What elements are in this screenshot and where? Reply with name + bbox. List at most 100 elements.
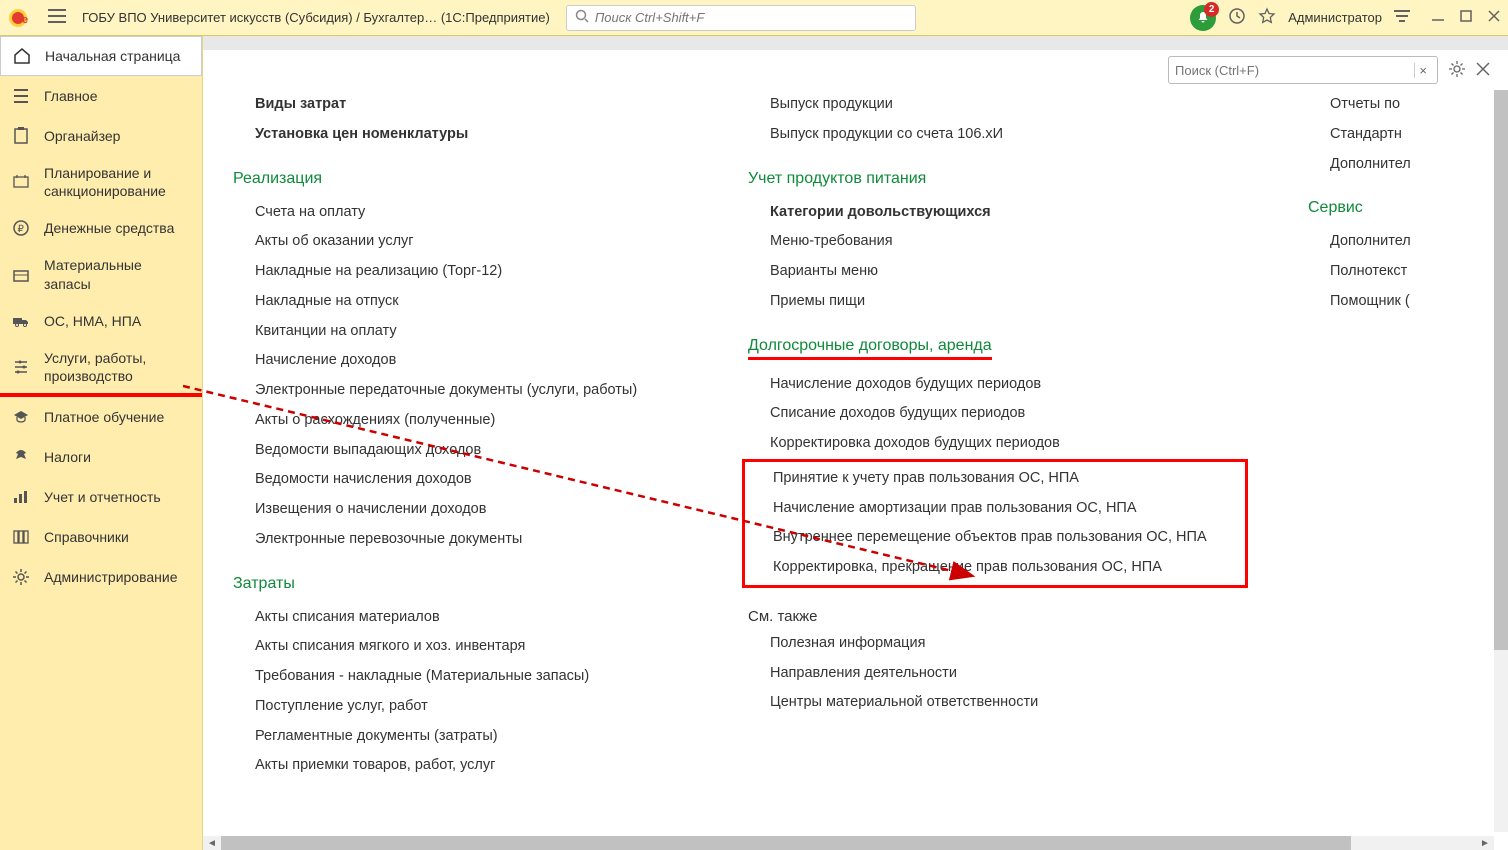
link-item[interactable]: Акты приемки товаров, работ, услуг xyxy=(233,751,688,781)
home-icon xyxy=(13,47,31,65)
link-item[interactable]: Выпуск продукции xyxy=(748,90,1248,120)
history-icon[interactable] xyxy=(1228,7,1246,28)
link-item[interactable]: Электронные передаточные документы (услу… xyxy=(233,376,688,406)
link-item[interactable]: Электронные перевозочные документы xyxy=(233,525,688,555)
maximize-icon[interactable] xyxy=(1460,10,1472,25)
heading-seealso: См. также xyxy=(748,608,1248,625)
link-item[interactable]: Списание доходов будущих периодов xyxy=(748,399,1248,429)
heading-service: Сервис xyxy=(1308,199,1478,217)
link-item[interactable]: Акты списания мягкого и хоз. инвентаря xyxy=(233,632,688,662)
heading-costs: Затраты xyxy=(233,575,688,593)
link-item[interactable]: Корректировка доходов будущих периодов xyxy=(748,429,1248,459)
svg-text:₽: ₽ xyxy=(18,224,25,235)
link-item[interactable]: Начисление доходов будущих периодов xyxy=(748,370,1248,400)
section-search[interactable]: × xyxy=(1168,56,1438,84)
link-item[interactable]: Центры материальной ответственности xyxy=(748,688,1248,718)
list-icon xyxy=(12,87,30,105)
sidebar-item-materials[interactable]: Материальные запасы xyxy=(0,248,202,300)
link-item[interactable]: Выпуск продукции со счета 106.хИ xyxy=(748,120,1248,150)
vertical-scrollbar[interactable] xyxy=(1494,90,1508,832)
plan-icon xyxy=(12,173,30,191)
sidebar: Начальная страница Главное Органайзер Пл… xyxy=(0,36,203,850)
window-title: ГОБУ ВПО Университет искусств (Субсидия)… xyxy=(82,10,550,25)
link-item[interactable]: Квитанции на оплату xyxy=(233,317,688,347)
sliders-icon xyxy=(12,358,30,376)
search-icon xyxy=(575,9,589,26)
link-item[interactable]: Помощник ( xyxy=(1308,287,1478,317)
link-item[interactable]: Счета на оплату xyxy=(233,198,688,228)
link-item[interactable]: Начисление доходов xyxy=(233,346,688,376)
box-icon xyxy=(12,266,30,284)
link-item[interactable]: Внутреннее перемещение объектов прав пол… xyxy=(745,523,1245,553)
section-toolbar: × xyxy=(203,50,1508,90)
sidebar-item-services[interactable]: Услуги, работы, производство xyxy=(0,341,202,393)
close-panel-icon[interactable] xyxy=(1476,62,1490,79)
main-menu-icon[interactable] xyxy=(48,9,68,26)
link-item[interactable]: Акты о расхождениях (полученные) xyxy=(233,406,688,436)
sidebar-item-money[interactable]: ₽ Денежные средства xyxy=(0,208,202,248)
section-content: Виды затрат Установка цен номенклатуры Р… xyxy=(203,90,1508,850)
link-item[interactable]: Накладные на отпуск xyxy=(233,287,688,317)
link-item[interactable]: Полнотекст xyxy=(1308,257,1478,287)
link-item[interactable]: Направления деятельности xyxy=(748,659,1248,689)
global-search[interactable] xyxy=(566,5,916,31)
sidebar-item-organizer[interactable]: Органайзер xyxy=(0,116,202,156)
link-item[interactable]: Регламентные документы (затраты) xyxy=(233,722,688,752)
sidebar-item-education[interactable]: Платное обучение xyxy=(0,397,202,437)
link-item[interactable]: Корректировка, прекращение прав пользова… xyxy=(745,553,1245,583)
titlebar: e ГОБУ ВПО Университет искусств (Субсиди… xyxy=(0,0,1508,36)
link-item[interactable]: Извещения о начислении доходов xyxy=(233,495,688,525)
link-item[interactable]: Принятие к учету прав пользования ОС, НП… xyxy=(745,464,1245,494)
link-item[interactable]: Отчеты по xyxy=(1308,90,1478,120)
close-window-icon[interactable] xyxy=(1488,10,1500,25)
link-item[interactable]: Приемы пищи xyxy=(748,287,1248,317)
panel-settings-icon[interactable] xyxy=(1394,9,1410,26)
notifications-icon[interactable]: 2 xyxy=(1190,5,1216,31)
clear-search-icon[interactable]: × xyxy=(1414,63,1431,78)
settings-icon[interactable] xyxy=(1448,60,1466,81)
link-item[interactable]: Ведомости начисления доходов xyxy=(233,465,688,495)
sidebar-item-taxes[interactable]: Налоги xyxy=(0,437,202,477)
main-area: × Виды затрат Установка цен номенклатуры… xyxy=(203,36,1508,850)
sidebar-item-reports[interactable]: Учет и отчетность xyxy=(0,477,202,517)
user-label[interactable]: Администратор xyxy=(1288,10,1382,25)
link-item[interactable]: Дополнител xyxy=(1308,150,1478,180)
highlighted-links-box: Принятие к учету прав пользования ОС, НП… xyxy=(742,459,1248,588)
notification-badge: 2 xyxy=(1204,2,1219,17)
link-price-setup[interactable]: Установка цен номенклатуры xyxy=(233,120,688,150)
minimize-icon[interactable] xyxy=(1432,10,1444,25)
sidebar-item-home[interactable]: Начальная страница xyxy=(0,36,202,76)
gear-icon xyxy=(12,568,30,586)
link-item[interactable]: Начисление амортизации прав пользования … xyxy=(745,494,1245,524)
logo-1c: e xyxy=(8,7,36,29)
link-item[interactable]: Поступление услуг, работ xyxy=(233,692,688,722)
sidebar-item-planning[interactable]: Планирование и санкционирование xyxy=(0,156,202,208)
link-cost-types[interactable]: Виды затрат xyxy=(233,90,688,120)
global-search-input[interactable] xyxy=(595,10,907,25)
section-search-input[interactable] xyxy=(1175,63,1414,78)
link-item[interactable]: Акты об оказании услуг xyxy=(233,227,688,257)
sidebar-item-reference[interactable]: Справочники xyxy=(0,517,202,557)
horizontal-scrollbar[interactable]: ◄ ► xyxy=(203,836,1494,850)
link-item[interactable]: Полезная информация xyxy=(748,629,1248,659)
link-item[interactable]: Варианты меню xyxy=(748,257,1248,287)
link-item[interactable]: Акты списания материалов xyxy=(233,603,688,633)
truck-icon xyxy=(12,312,30,330)
heading-realization: Реализация xyxy=(233,170,688,188)
sidebar-item-main[interactable]: Главное xyxy=(0,76,202,116)
ruble-icon: ₽ xyxy=(12,219,30,237)
sidebar-item-assets[interactable]: ОС, НМА, НПА xyxy=(0,301,202,341)
favorite-icon[interactable] xyxy=(1258,7,1276,28)
eagle-icon xyxy=(12,448,30,466)
heading-food: Учет продуктов питания xyxy=(748,170,1248,188)
link-item[interactable]: Требования - накладные (Материальные зап… xyxy=(233,662,688,692)
link-item[interactable]: Меню-требования xyxy=(748,227,1248,257)
sidebar-item-admin[interactable]: Администрирование xyxy=(0,557,202,597)
link-categories[interactable]: Категории довольствующихся xyxy=(748,198,1248,228)
link-item[interactable]: Накладные на реализацию (Торг-12) xyxy=(233,257,688,287)
link-item[interactable]: Стандартн xyxy=(1308,120,1478,150)
graduation-icon xyxy=(12,408,30,426)
link-item[interactable]: Ведомости выпадающих доходов xyxy=(233,436,688,466)
link-item[interactable]: Дополнител xyxy=(1308,227,1478,257)
books-icon xyxy=(12,528,30,546)
